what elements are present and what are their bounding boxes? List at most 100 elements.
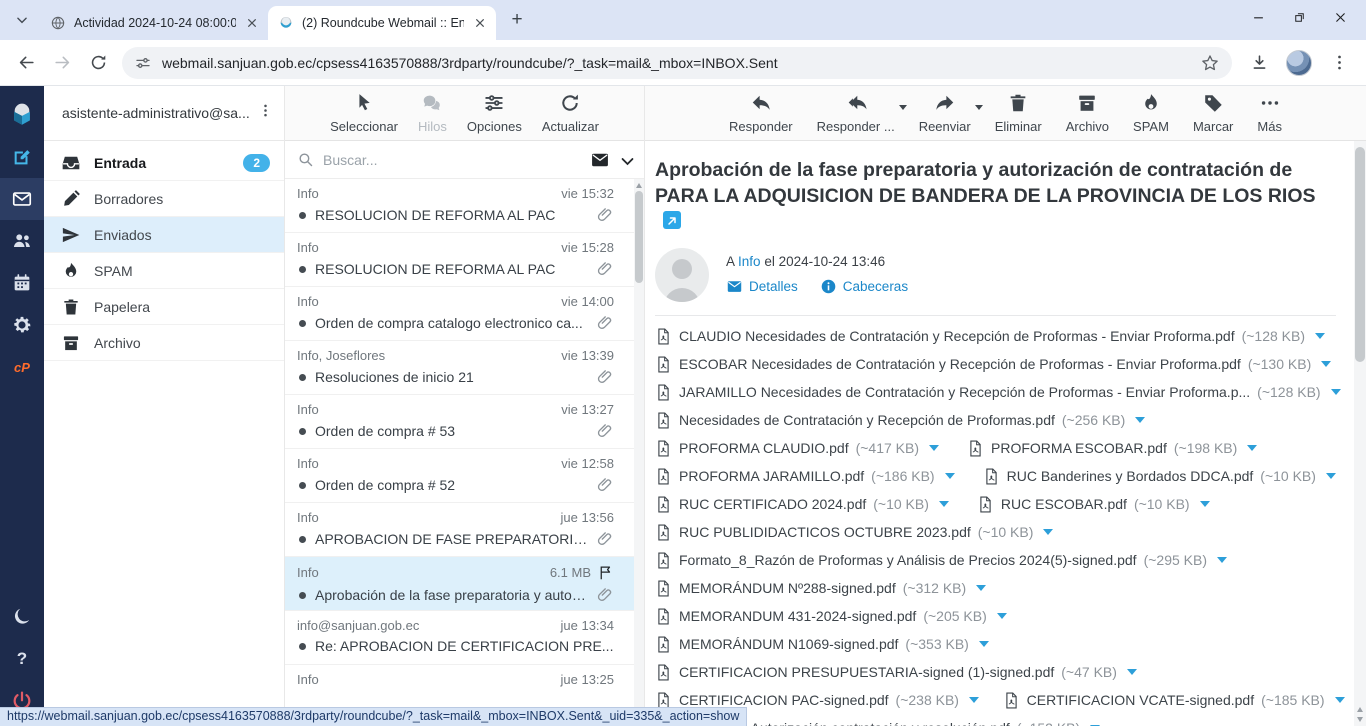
appbar-contacts-icon[interactable] [0, 220, 44, 262]
dropdown-caret-icon[interactable] [975, 105, 983, 110]
tab-search-button[interactable] [10, 8, 34, 32]
address-bar[interactable]: webmail.sanjuan.gob.ec/cpsess4163570888/… [122, 47, 1232, 79]
message-row[interactable]: info@sanjuan.gob.ecjue 13:34Re: APROBACI… [285, 611, 644, 665]
attachment-item[interactable]: RUC PUBLIDIDACTICOS OCTUBRE 2023.pdf(~10… [655, 523, 1053, 542]
attachment-menu-caret-icon[interactable] [1335, 697, 1345, 703]
appbar-dark-mode-moon-icon[interactable] [0, 596, 44, 638]
restore-icon[interactable] [1292, 10, 1307, 30]
folder-item-entrada[interactable]: Entrada2 [44, 145, 284, 181]
toolbar-button-trash-icon[interactable]: Eliminar [995, 92, 1042, 134]
url-text[interactable]: webmail.sanjuan.gob.ec/cpsess4163570888/… [162, 55, 1190, 71]
attachment-menu-caret-icon[interactable] [1321, 361, 1331, 367]
attachment-menu-caret-icon[interactable] [997, 613, 1007, 619]
open-in-new-window-icon[interactable] [663, 211, 681, 229]
back-icon[interactable] [10, 47, 42, 79]
browser-tab[interactable]: (2) Roundcube Webmail :: Envia [268, 6, 496, 40]
attachment-item[interactable]: JARAMILLO Necesidades de Contratación y … [655, 383, 1340, 402]
attachment-item[interactable]: RUC CERTIFICADO 2024.pdf(~10 KB) [655, 495, 949, 514]
folder-item-papelera[interactable]: Papelera [44, 289, 284, 325]
attachment-menu-caret-icon[interactable] [1043, 529, 1053, 535]
downloads-icon[interactable] [1246, 47, 1272, 79]
attachment-item[interactable]: Formato_8_Razón de Proformas y Análisis … [655, 551, 1227, 570]
attachment-menu-caret-icon[interactable] [1247, 445, 1257, 451]
toolbar-button-cursor-icon[interactable]: Seleccionar [330, 92, 398, 134]
toolbar-button-reply-icon[interactable]: Responder [729, 92, 793, 134]
attachment-menu-caret-icon[interactable] [1135, 417, 1145, 423]
attachment-menu-caret-icon[interactable] [1326, 473, 1336, 479]
search-input[interactable]: Buscar... [323, 152, 581, 168]
attachment-item[interactable]: PROFORMA CLAUDIO.pdf(~417 KB) [655, 439, 939, 458]
browser-tab[interactable]: Actividad 2024-10-24 08:00:00 [40, 6, 268, 40]
toolbar-button-tag-icon[interactable]: Marcar [1193, 92, 1233, 134]
close-icon[interactable] [1333, 10, 1348, 30]
appbar-calendar-icon[interactable] [0, 262, 44, 304]
attachment-menu-caret-icon[interactable] [969, 697, 979, 703]
attachment-item[interactable]: RUC ESCOBAR.pdf(~10 KB) [977, 495, 1210, 514]
mail-action-detalles[interactable]: Detalles [726, 278, 798, 295]
new-tab-button[interactable]: + [504, 7, 530, 33]
site-info-icon[interactable] [134, 54, 152, 72]
attachment-menu-caret-icon[interactable] [1127, 669, 1137, 675]
toolbar-button-reply-all-icon[interactable]: Responder ... [817, 92, 895, 134]
attachment-item[interactable]: PROFORMA ESCOBAR.pdf(~198 KB) [967, 439, 1257, 458]
attachment-menu-caret-icon[interactable] [1200, 501, 1210, 507]
message-row[interactable]: Infojue 13:56APROBACION DE FASE PREPARAT… [285, 503, 644, 557]
appbar-mail-icon[interactable] [0, 178, 44, 220]
message-row[interactable]: Info, Josefloresvie 13:39Resoluciones de… [285, 341, 644, 395]
appbar-cpanel-icon[interactable]: cP [0, 346, 44, 388]
search-scope-mail-icon[interactable] [590, 150, 610, 170]
message-row[interactable]: Info6.1 MBAprobación de la fase preparat… [285, 557, 644, 611]
dropdown-caret-icon[interactable] [899, 105, 907, 110]
recipient-link[interactable]: Info [738, 254, 761, 269]
bookmark-star-icon[interactable] [1200, 53, 1220, 73]
search-options-chevron-icon[interactable] [619, 153, 632, 166]
attachment-menu-caret-icon[interactable] [1315, 333, 1325, 339]
appbar-settings-gear-icon[interactable] [0, 304, 44, 346]
attachment-item[interactable]: CERTIFICACION VCATE-signed.pdf(~185 KB) [1003, 691, 1340, 710]
toolbar-button-options-icon[interactable]: Opciones [467, 92, 522, 134]
browser-menu-kebab-icon[interactable] [1326, 47, 1352, 79]
attachment-item[interactable]: CERTIFICACION PRESUPUESTARIA-signed (1)-… [655, 663, 1137, 682]
attachment-item[interactable]: MEMORÁNDUM Nº288-signed.pdf(~312 KB) [655, 579, 986, 598]
message-row[interactable]: Infovie 12:58Orden de compra # 52 [285, 449, 644, 503]
list-scrollbar[interactable] [634, 179, 644, 726]
folder-item-archivo[interactable]: Archivo [44, 325, 284, 361]
folder-item-spam[interactable]: SPAM [44, 253, 284, 289]
appbar-help-icon[interactable]: ? [0, 638, 44, 680]
attachment-item[interactable]: ESCOBAR Necesidades de Contratación y Re… [655, 355, 1331, 374]
attachment-item[interactable]: MEMORANDUM 431-2024-signed.pdf(~205 KB) [655, 607, 1007, 626]
attachment-item[interactable]: MEMORÁNDUM N1069-signed.pdf(~353 KB) [655, 635, 989, 654]
toolbar-button-refresh-icon[interactable]: Actualizar [542, 92, 599, 134]
attachment-menu-caret-icon[interactable] [939, 501, 949, 507]
reload-icon[interactable] [82, 47, 114, 79]
mail-action-cabeceras[interactable]: Cabeceras [820, 278, 908, 295]
toolbar-button-fire-icon[interactable]: SPAM [1133, 92, 1169, 134]
attachment-menu-caret-icon[interactable] [929, 445, 939, 451]
attachment-item[interactable]: Necesidades de Contratación y Recepción … [655, 411, 1145, 430]
tab-close-icon[interactable] [244, 15, 260, 31]
browser-profile-avatar[interactable] [1286, 50, 1312, 76]
tab-close-icon[interactable] [472, 15, 488, 31]
attachment-item[interactable]: RUC Banderines y Bordados DDCA.pdf(~10 K… [983, 467, 1336, 486]
toolbar-button-more-dots-icon[interactable]: Más [1257, 92, 1282, 134]
forward-icon[interactable] [46, 47, 78, 79]
attachment-item[interactable]: CLAUDIO Necesidades de Contratación y Re… [655, 327, 1325, 346]
reading-scrollbar[interactable] [1354, 141, 1366, 726]
appbar-compose-icon[interactable] [0, 136, 44, 178]
attachment-menu-caret-icon[interactable] [1331, 389, 1341, 395]
account-menu-kebab-icon[interactable] [254, 102, 276, 124]
message-row[interactable]: Infovie 13:27Orden de compra # 53 [285, 395, 644, 449]
message-row[interactable]: Infovie 14:00Orden de compra catalogo el… [285, 287, 644, 341]
attachment-menu-caret-icon[interactable] [945, 473, 955, 479]
folder-item-borradores[interactable]: Borradores [44, 181, 284, 217]
folder-item-enviados[interactable]: Enviados [44, 217, 284, 253]
appbar-roundcube-logo[interactable] [0, 94, 44, 136]
message-row[interactable]: Infovie 15:32RESOLUCION DE REFORMA AL PA… [285, 179, 644, 233]
toolbar-button-forward-icon[interactable]: Reenviar [919, 92, 971, 134]
attachment-item[interactable]: PROFORMA JARAMILLO.pdf(~186 KB) [655, 467, 955, 486]
minimize-icon[interactable] [1251, 10, 1266, 30]
attachment-menu-caret-icon[interactable] [979, 641, 989, 647]
toolbar-button-archive-icon[interactable]: Archivo [1066, 92, 1109, 134]
search-bar[interactable]: Buscar... [285, 141, 644, 179]
attachment-menu-caret-icon[interactable] [976, 585, 986, 591]
